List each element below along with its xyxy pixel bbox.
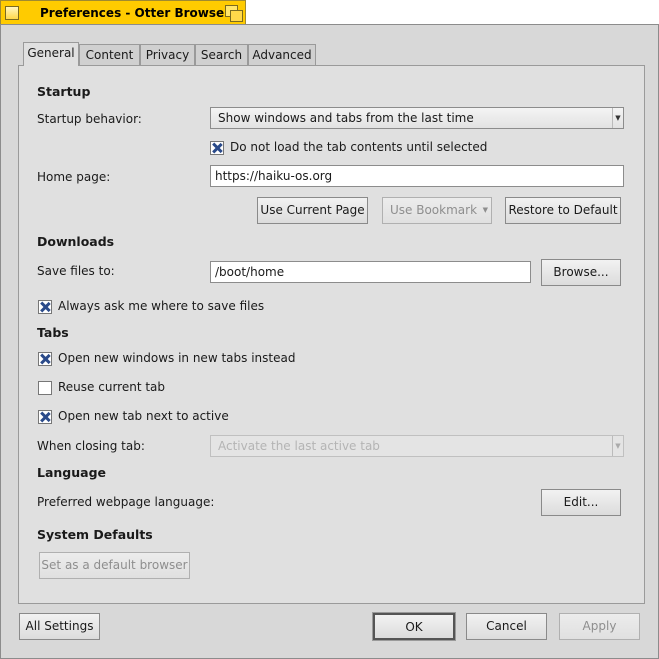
next-to-active-checkbox[interactable] bbox=[38, 410, 52, 424]
zoom-icon[interactable] bbox=[225, 5, 243, 22]
window-title-tab[interactable]: Preferences - Otter Browser bbox=[0, 0, 246, 24]
close-icon[interactable] bbox=[5, 6, 19, 20]
reuse-tab-checkbox[interactable] bbox=[38, 381, 52, 395]
use-bookmark-button[interactable]: Use Bookmark ▼ bbox=[382, 197, 492, 224]
startup-heading: Startup bbox=[37, 84, 91, 99]
always-ask-label: Always ask me where to save files bbox=[58, 299, 265, 313]
closing-tab-label: When closing tab: bbox=[37, 439, 145, 453]
next-to-active-label: Open new tab next to active bbox=[58, 409, 229, 423]
use-current-page-button[interactable]: Use Current Page bbox=[257, 197, 368, 224]
startup-behavior-value: Show windows and tabs from the last time bbox=[218, 111, 474, 125]
browse-button[interactable]: Browse... bbox=[541, 259, 621, 286]
closing-tab-value: Activate the last active tab bbox=[218, 439, 380, 453]
downloads-heading: Downloads bbox=[37, 234, 115, 249]
save-files-label: Save files to: bbox=[37, 264, 115, 278]
cancel-button[interactable]: Cancel bbox=[466, 613, 547, 640]
home-page-label: Home page: bbox=[37, 170, 111, 184]
system-defaults-heading: System Defaults bbox=[37, 527, 153, 542]
set-default-browser-button[interactable]: Set as a default browser bbox=[39, 552, 190, 579]
preferences-window: General Content Privacy Search Advanced … bbox=[0, 24, 659, 659]
tab-content[interactable]: Content bbox=[79, 44, 140, 65]
open-new-windows-checkbox[interactable] bbox=[38, 352, 52, 366]
apply-button[interactable]: Apply bbox=[559, 613, 640, 640]
window-title: Preferences - Otter Browser bbox=[40, 6, 231, 20]
lazy-load-checkbox[interactable] bbox=[210, 141, 224, 155]
ok-button[interactable]: OK bbox=[372, 612, 456, 641]
chevron-down-icon: ▼ bbox=[612, 436, 623, 456]
all-settings-button[interactable]: All Settings bbox=[19, 613, 100, 640]
tab-privacy[interactable]: Privacy bbox=[140, 44, 195, 65]
tab-general[interactable]: General bbox=[23, 42, 79, 66]
lazy-load-label: Do not load the tab contents until selec… bbox=[230, 140, 488, 154]
edit-language-button[interactable]: Edit... bbox=[541, 489, 621, 516]
open-new-windows-label: Open new windows in new tabs instead bbox=[58, 351, 296, 365]
preferred-language-label: Preferred webpage language: bbox=[37, 495, 215, 509]
restore-default-button[interactable]: Restore to Default bbox=[505, 197, 621, 224]
tab-search[interactable]: Search bbox=[195, 44, 248, 65]
startup-behavior-select[interactable]: Show windows and tabs from the last time… bbox=[210, 107, 624, 129]
reuse-tab-label: Reuse current tab bbox=[58, 380, 166, 394]
chevron-down-icon: ▼ bbox=[482, 206, 488, 214]
use-bookmark-label: Use Bookmark bbox=[390, 203, 478, 217]
tab-advanced[interactable]: Advanced bbox=[248, 44, 316, 65]
general-panel: Startup Startup behavior: Show windows a… bbox=[18, 65, 645, 604]
save-files-input[interactable] bbox=[210, 261, 531, 283]
language-heading: Language bbox=[37, 465, 107, 480]
closing-tab-select[interactable]: Activate the last active tab ▼ bbox=[210, 435, 624, 457]
home-page-input[interactable] bbox=[210, 165, 624, 187]
always-ask-checkbox[interactable] bbox=[38, 300, 52, 314]
startup-behavior-label: Startup behavior: bbox=[37, 112, 142, 126]
chevron-down-icon: ▼ bbox=[612, 108, 623, 128]
tabs-heading: Tabs bbox=[37, 325, 69, 340]
